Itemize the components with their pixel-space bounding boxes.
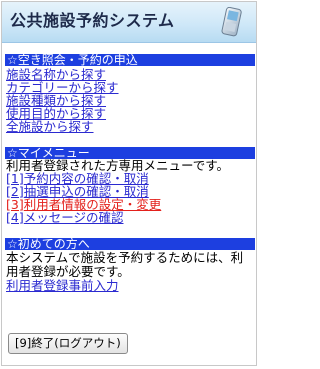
section-heading-search: ☆空き照会・予約の申込 <box>5 54 255 66</box>
app-header: 公共施設予約システム <box>2 2 256 43</box>
menu-item-label: メッセージの確認 <box>23 210 124 225</box>
link-search-all[interactable]: 全施設から探す <box>6 120 94 134</box>
logout-button[interactable]: [9]終了(ログアウト) <box>8 333 128 354</box>
menu-item-messages[interactable]: [4]メッセージの確認 <box>6 211 123 225</box>
screen-frame: 公共施設予約システム ☆空き照会・予約の申込 施設名称から探す カテゴリーから探… <box>1 1 257 366</box>
menu-item-number: [4] <box>6 210 24 225</box>
first-time-description: 本システムで施設を予約するためには、利用者登録が必要です。 <box>6 250 244 279</box>
section-heading-first-time: ☆初めての方へ <box>5 238 255 250</box>
mobile-phone-icon <box>221 7 242 37</box>
link-pre-registration[interactable]: 利用者登録事前入力 <box>6 279 119 293</box>
app-title: 公共施設予約システム <box>10 11 175 30</box>
